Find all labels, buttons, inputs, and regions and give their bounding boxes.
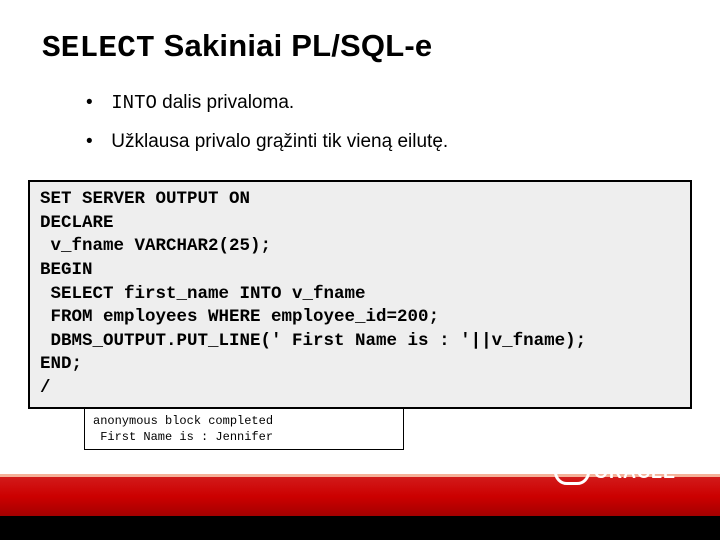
title-text: Sakiniai PL/SQL-e: [155, 28, 433, 63]
footer-shadow: [0, 516, 720, 540]
bullet-item: INTO dalis privaloma.: [86, 90, 448, 117]
slide: SELECT Sakiniai PL/SQL-e INTO dalis priv…: [0, 0, 720, 540]
bullet-item: Užklausa privalo grąžinti tik vieną eilu…: [86, 129, 448, 156]
title-code-word: SELECT: [42, 31, 155, 66]
footer-bar: ORACLE: [0, 474, 720, 516]
bullet-list: INTO dalis privaloma. Užklausa privalo g…: [86, 90, 448, 167]
slide-title: SELECT Sakiniai PL/SQL-e: [42, 28, 432, 66]
bullet-text: Užklausa privalo grąžinti tik vieną eilu…: [111, 131, 448, 152]
oracle-o-icon: [554, 459, 590, 485]
oracle-word: ORACLE: [594, 462, 676, 483]
oracle-logo: ORACLE: [554, 458, 676, 486]
output-block: anonymous block completed First Name is …: [84, 408, 404, 450]
bullet-text: dalis privaloma.: [157, 92, 294, 113]
bullet-code-word: INTO: [111, 92, 157, 114]
code-block: SET SERVER OUTPUT ON DECLARE v_fname VAR…: [28, 180, 692, 409]
